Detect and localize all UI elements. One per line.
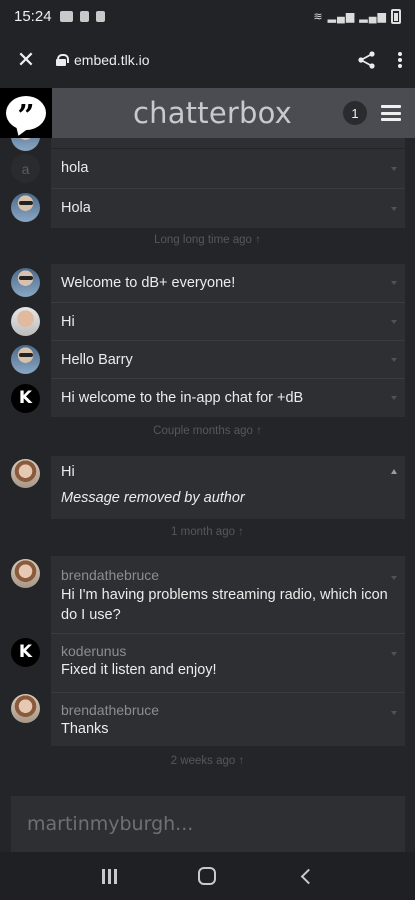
avatar: K — [11, 638, 40, 667]
share-icon[interactable] — [357, 50, 377, 70]
message: hola — [51, 149, 405, 188]
message: brendathebruce Hi I'm having problems st… — [51, 556, 405, 633]
chevron-up-icon[interactable] — [391, 469, 397, 474]
message-composer — [11, 796, 405, 852]
hamburger-menu-icon[interactable] — [381, 105, 401, 121]
message-feed[interactable]: a hola Hola Long long time ago ↑ Welcome… — [0, 138, 415, 798]
message-text: Welcome to dB+ everyone! — [61, 275, 236, 291]
more-vert-icon[interactable] — [397, 51, 403, 69]
message-username[interactable]: koderunus — [61, 643, 126, 659]
avatar — [11, 694, 40, 723]
message: Hi — [51, 303, 405, 341]
message: Hi Message removed by author — [51, 456, 405, 519]
brand-title: chatterbox — [132, 96, 293, 130]
battery-icon — [391, 8, 401, 24]
chat-header: ” chatterbox 1 — [0, 88, 415, 138]
avatar — [11, 345, 40, 374]
url-text: embed.tlk.io — [74, 52, 150, 68]
message-username[interactable]: brendathebruce — [61, 567, 159, 583]
time-separator[interactable]: 1 month ago ↑ — [0, 526, 415, 538]
avatar: a — [11, 154, 40, 183]
message: Hello Barry — [51, 341, 405, 379]
time-separator[interactable]: Couple months ago ↑ — [0, 425, 415, 437]
wifi-icon: ≋ — [313, 10, 324, 23]
message-text: Hi welcome to the in-app chat for +dB — [61, 390, 304, 406]
status-bar: 15:24 ≋ ▂▄▆ ▂▄▆ — [0, 0, 415, 32]
message-removed-text: Message removed by author — [61, 490, 245, 506]
chevron-down-icon[interactable] — [391, 281, 397, 285]
message-text: Hi — [61, 314, 75, 330]
back-button[interactable] — [286, 856, 326, 896]
signal-icon: ▂▄▆ — [359, 10, 387, 23]
home-button[interactable] — [187, 856, 227, 896]
chevron-down-icon[interactable] — [391, 167, 397, 171]
message-text: Hello Barry — [61, 352, 133, 368]
message-text: Thanks — [61, 721, 109, 737]
message-text: Hi — [61, 464, 75, 480]
time-separator[interactable]: 2 weeks ago ↑ — [0, 755, 415, 767]
avatar — [11, 459, 40, 488]
message-text: Fixed it listen and enjoy! — [61, 662, 217, 678]
close-icon[interactable]: ✕ — [12, 46, 40, 74]
chevron-down-icon[interactable] — [391, 576, 397, 580]
image-notification-icon — [79, 10, 89, 22]
status-time: 15:24 — [14, 7, 52, 25]
message-text: hola — [61, 160, 89, 176]
chevron-down-icon[interactable] — [391, 396, 397, 400]
message-input[interactable] — [11, 796, 405, 852]
chevron-down-icon[interactable] — [391, 652, 397, 656]
message-text: Hi I'm having problems streaming radio, … — [61, 587, 388, 623]
message: brendathebruce Thanks — [51, 693, 405, 746]
message: Hola — [51, 189, 405, 228]
message-text: Hola — [61, 200, 91, 216]
message: koderunus Fixed it listen and enjoy! — [51, 634, 405, 692]
participant-count-badge[interactable]: 1 — [343, 101, 367, 125]
chatterbox-logo-icon: ” — [0, 88, 52, 138]
avatar — [11, 307, 40, 336]
flash-notification-icon — [95, 10, 105, 22]
avatar — [11, 559, 40, 588]
message: Hi welcome to the in-app chat for +dB — [51, 379, 405, 417]
message: Welcome to dB+ everyone! — [51, 264, 405, 302]
chevron-down-icon[interactable] — [391, 711, 397, 715]
chevron-down-icon[interactable] — [391, 358, 397, 362]
app-notification-icon — [59, 10, 73, 22]
chevron-down-icon[interactable] — [391, 207, 397, 211]
avatar: K — [11, 384, 40, 413]
url-bar[interactable]: embed.tlk.io — [56, 52, 149, 68]
back-icon — [300, 868, 317, 884]
avatar — [11, 193, 40, 222]
system-nav-bar — [0, 852, 415, 900]
recents-icon — [101, 868, 117, 884]
message-username[interactable]: brendathebruce — [61, 702, 159, 718]
chevron-down-icon[interactable] — [391, 320, 397, 324]
lock-icon — [56, 54, 69, 66]
browser-toolbar: ✕ embed.tlk.io — [0, 32, 415, 88]
time-separator[interactable]: Long long time ago ↑ — [0, 234, 415, 246]
home-icon — [198, 867, 217, 885]
avatar — [11, 268, 40, 297]
signal-icon: ▂▄▆ — [327, 10, 356, 23]
recents-button[interactable] — [89, 856, 129, 896]
message-bubble — [51, 138, 405, 148]
avatar — [11, 138, 40, 151]
